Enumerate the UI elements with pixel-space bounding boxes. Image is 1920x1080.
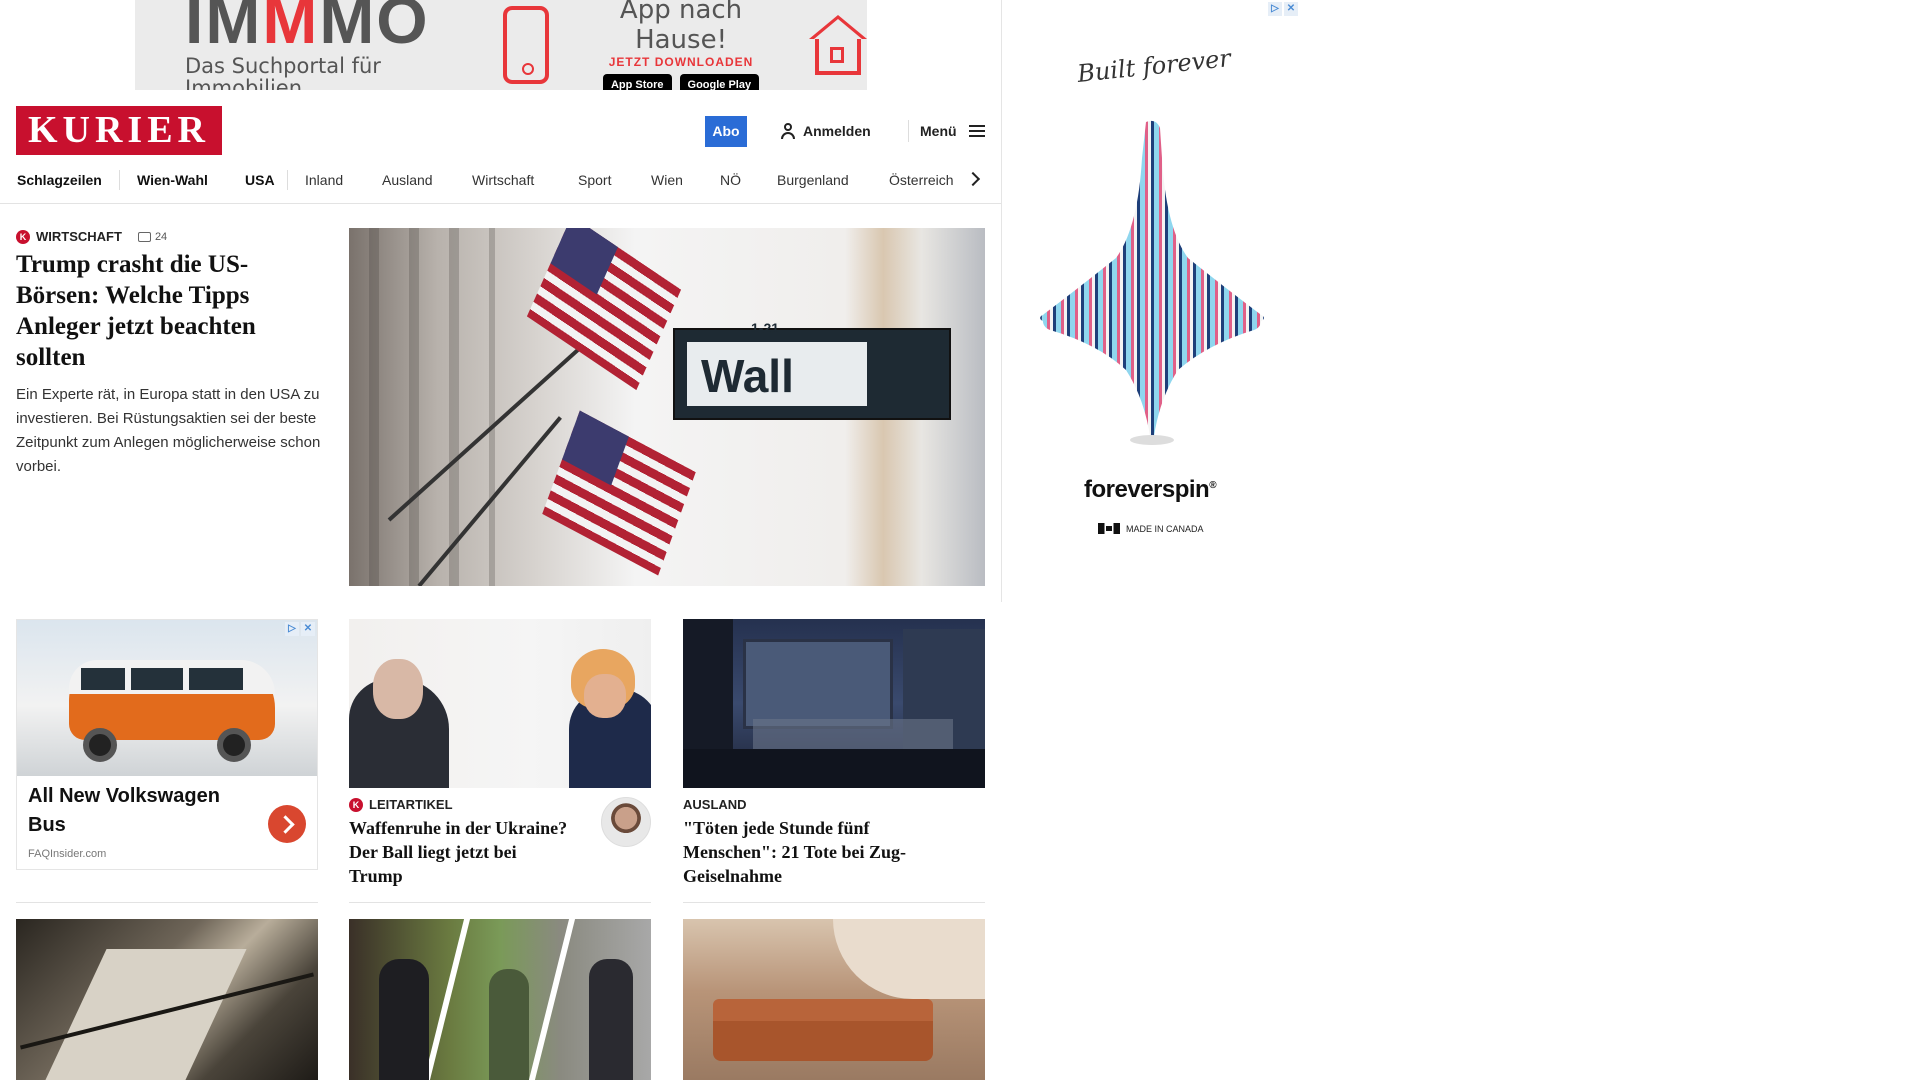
login-button[interactable]: Anmelden bbox=[781, 119, 871, 143]
menu-button[interactable]: Menü bbox=[920, 119, 985, 143]
right-skyscraper-ad[interactable]: ▷ ✕ Built forever foreverspin® MADE IN C… bbox=[1002, 0, 1302, 602]
immmo-tagline: Das Suchportal für Immobilien bbox=[185, 54, 381, 90]
nav-item-ausland[interactable]: Ausland bbox=[382, 172, 472, 188]
wall-street-sign-text: Wall bbox=[701, 350, 794, 402]
comment-icon bbox=[137, 231, 151, 242]
abo-button[interactable]: Abo bbox=[705, 116, 747, 147]
card-1-category[interactable]: LEITARTIKEL bbox=[369, 797, 453, 812]
card-1-title[interactable]: Waffenruhe in der Ukraine? Der Ball lieg… bbox=[349, 816, 569, 888]
nav-item-noe[interactable]: NÖ bbox=[720, 172, 777, 188]
card-divider bbox=[16, 902, 318, 903]
volkswagen-bus-image bbox=[17, 620, 317, 776]
vw-ad-source: FAQInsider.com bbox=[28, 848, 107, 860]
registered-mark: ® bbox=[1209, 480, 1217, 491]
made-in-label: MADE IN CANADA bbox=[1126, 523, 1204, 534]
card-2-title[interactable]: "Töten jede Stunde fünf Menschen": 21 To… bbox=[683, 816, 933, 888]
ad-script-text: Built forever bbox=[1075, 44, 1233, 88]
card-2-category[interactable]: AUSLAND bbox=[683, 797, 747, 812]
nav-item-wien-wahl[interactable]: Wien-Wahl bbox=[137, 172, 225, 188]
app-store-badge[interactable]: App Store bbox=[602, 73, 672, 90]
made-in-canada: MADE IN CANADA bbox=[1098, 523, 1204, 534]
nav-item-burgenland[interactable]: Burgenland bbox=[777, 172, 889, 188]
app-promo: App nach Hause! JETZT DOWNLOADEN App Sto… bbox=[571, 0, 792, 90]
vw-ad-title[interactable]: All New Volkswagen Bus bbox=[28, 782, 248, 840]
immmo-logo-mid: M bbox=[262, 0, 320, 57]
user-icon bbox=[781, 123, 795, 139]
nav-scroll-right-icon[interactable] bbox=[968, 167, 982, 191]
menu-label: Menü bbox=[920, 123, 957, 139]
wall-street-sign-number: 1-21 bbox=[751, 320, 780, 336]
lead-category[interactable]: WIRTSCHAFT bbox=[36, 229, 122, 244]
spinning-top-image bbox=[1040, 120, 1264, 445]
card-divider bbox=[349, 902, 651, 903]
foreverspin-brand: foreverspin bbox=[1084, 476, 1210, 503]
immmo-logo-right: MO bbox=[319, 0, 430, 57]
hamburger-icon bbox=[968, 124, 985, 138]
ad-info-icon[interactable]: ▷ bbox=[1268, 2, 1282, 16]
volkswagen-ad[interactable]: ▷ ✕ All New Volkswagen Bus FAQInsider.co… bbox=[16, 619, 318, 870]
nav-bottom-border bbox=[0, 203, 1002, 204]
comment-count[interactable]: 24 bbox=[137, 230, 168, 243]
nav-item-oesterreich[interactable]: Österreich bbox=[889, 172, 954, 188]
nav-divider bbox=[119, 170, 120, 190]
header-divider bbox=[908, 120, 909, 142]
phone-icon bbox=[502, 6, 549, 84]
ad-info-icon[interactable]: ▷ bbox=[285, 622, 299, 636]
nav-item-schlagzeilen[interactable]: Schlagzeilen bbox=[17, 172, 119, 188]
card-divider bbox=[683, 902, 985, 903]
kurier-logo[interactable]: KURIER bbox=[16, 106, 222, 155]
ad-close-icon[interactable]: ✕ bbox=[1284, 2, 1298, 16]
lead-teaser[interactable]: Ein Experte rät, in Europa statt in den … bbox=[16, 383, 322, 479]
google-play-badge[interactable]: Google Play bbox=[679, 73, 760, 90]
lead-headline[interactable]: Trump crasht die US-Börsen: Welche Tipps… bbox=[16, 249, 316, 373]
login-label: Anmelden bbox=[803, 123, 871, 139]
foreverspin-logo: foreverspin® bbox=[1084, 476, 1217, 504]
house-icon bbox=[809, 15, 867, 75]
ad-close-icon[interactable]: ✕ bbox=[301, 622, 315, 636]
card-2-kicker: AUSLAND bbox=[683, 797, 747, 812]
nav-item-inland[interactable]: Inland bbox=[305, 172, 382, 188]
card-1-kicker: K LEITARTIKEL bbox=[349, 797, 453, 812]
app-headline: App nach Hause! bbox=[619, 0, 743, 55]
section-nav: Schlagzeilen Wien-Wahl USA Inland Auslan… bbox=[17, 168, 977, 192]
politicians-collage-image[interactable] bbox=[349, 919, 651, 1080]
immmo-logo: IMMMO Das Suchportal für Immobilien bbox=[185, 0, 463, 90]
kurier-k-icon: K bbox=[349, 797, 363, 812]
train-hostage-image[interactable] bbox=[683, 619, 985, 788]
app-cta: JETZT DOWNLOADEN bbox=[608, 54, 754, 69]
kurier-k-icon: K bbox=[16, 229, 30, 244]
stairwell-image[interactable] bbox=[16, 919, 318, 1080]
putin-trump-image[interactable] bbox=[349, 619, 651, 788]
immmo-logo-left: IM bbox=[185, 0, 263, 57]
comment-count-value: 24 bbox=[154, 230, 168, 243]
ad-choices[interactable]: ▷ ✕ bbox=[1268, 2, 1298, 16]
vw-ad-arrow-button[interactable] bbox=[268, 805, 306, 843]
lead-kicker: K WIRTSCHAFT 24 bbox=[16, 229, 167, 244]
nav-item-wirtschaft[interactable]: Wirtschaft bbox=[472, 172, 578, 188]
nav-item-usa[interactable]: USA bbox=[245, 172, 287, 188]
top-banner-ad[interactable]: IMMMO Das Suchportal für Immobilien App … bbox=[135, 0, 867, 90]
author-avatar[interactable] bbox=[601, 797, 651, 847]
nav-item-wien[interactable]: Wien bbox=[651, 172, 720, 188]
nav-divider bbox=[287, 170, 288, 190]
ad-choices[interactable]: ▷ ✕ bbox=[285, 622, 315, 636]
nav-item-sport[interactable]: Sport bbox=[578, 172, 651, 188]
sofa-ad-image[interactable] bbox=[683, 919, 985, 1080]
wall-street-sign: Wall 1-21 bbox=[673, 320, 951, 420]
canada-flag-icon bbox=[1098, 523, 1120, 534]
